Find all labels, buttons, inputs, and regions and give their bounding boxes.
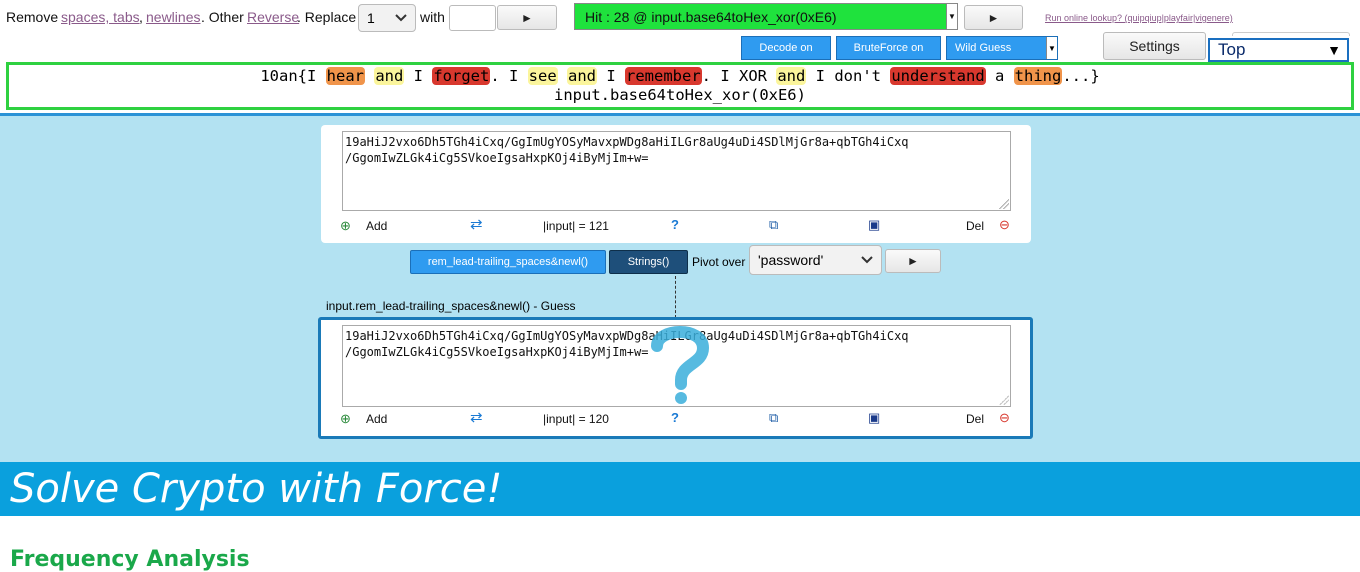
pivot-label: Pivot over <box>692 255 746 269</box>
copy-icon[interactable]: ⧉ <box>769 218 778 232</box>
guess-text-line2: /GgomIwZLGk4iCg5SVkoeIgsaHxpKOj4iByMjIm+… <box>345 345 649 359</box>
hit-selected-value: Hit : 28 @ input.base64toHex_xor(0xE6) <box>585 8 837 25</box>
replace-label: . Replace <box>297 9 357 25</box>
highlighted-word: see <box>527 67 558 85</box>
highlighted-word: remember <box>625 67 702 85</box>
connector-line <box>675 276 676 318</box>
highlighted-word: and <box>374 67 405 85</box>
work-area: 19aHiJ2vxo6Dh5TGh4iCxq/GgImUgYOSyMavxpWD… <box>0 113 1360 462</box>
output-text-segment: ...} <box>1062 67 1100 85</box>
replace-with-input[interactable] <box>449 5 496 31</box>
comma-text: , <box>139 9 143 25</box>
bruteforce-on-label: BruteForce on <box>853 42 924 54</box>
pivot-select[interactable]: 'password' <box>749 245 882 275</box>
add-circle-icon[interactable]: ⊕ <box>340 412 351 426</box>
output-text-segment: I <box>404 67 433 85</box>
chevron-down-icon: ▼ <box>1046 37 1057 59</box>
highlighted-word: thing <box>1013 67 1063 85</box>
with-label: with <box>420 9 445 25</box>
highlighted-word: forget <box>432 67 491 85</box>
reverse-link[interactable]: Reverse <box>247 9 299 25</box>
play-icon: ► <box>987 10 1000 25</box>
strip-spaces-button[interactable]: rem_lead-trailing_spaces&newl() <box>410 250 606 274</box>
output-text-segment <box>558 67 567 85</box>
save-icon[interactable]: ▣ <box>868 411 880 425</box>
pivot-play-button[interactable]: ► <box>885 249 941 273</box>
output-text-segment: . I <box>490 67 528 85</box>
remove-circle-icon[interactable]: ⊖ <box>999 411 1010 425</box>
chevron-down-icon: ▼ <box>1327 42 1341 58</box>
decode-on-label: Decode on <box>759 42 813 54</box>
decoded-output: 10an{I hear and I forget. I see and I re… <box>6 62 1354 110</box>
input-length: |input| = 120 <box>543 412 609 426</box>
strings-button[interactable]: Strings() <box>609 250 688 274</box>
spaces-tabs-link[interactable]: spaces, tabs <box>61 9 140 25</box>
guess-card: 19aHiJ2vxo6Dh5TGh4iCxq/GgImUgYOSyMavxpWD… <box>318 317 1033 439</box>
wild-guess-label: Wild Guess <box>955 42 1012 54</box>
chevron-down-icon: ▼ <box>946 4 957 29</box>
chevron-down-icon <box>861 256 873 264</box>
output-text-segment: . I XOR <box>701 67 777 85</box>
pivot-value: 'password' <box>758 252 824 268</box>
hit-select[interactable]: Hit : 28 @ input.base64toHex_xor(0xE6) ▼ <box>574 3 958 30</box>
hit-play-button[interactable]: ► <box>964 5 1023 30</box>
strings-label: Strings() <box>627 256 670 268</box>
resize-handle[interactable] <box>999 199 1009 209</box>
decode-on-button[interactable]: Decode on <box>741 36 831 60</box>
input-textarea[interactable]: 19aHiJ2vxo6Dh5TGh4iCxq/GgImUgYOSyMavxpWD… <box>342 131 1011 211</box>
settings-label: Settings <box>1129 38 1180 54</box>
replace-play-button[interactable]: ► <box>497 5 557 30</box>
top-select[interactable]: Top ▼ <box>1208 38 1349 62</box>
hidden-control-edge <box>1232 32 1350 36</box>
top-toolbar: Remove spaces, tabs , newlines . Other R… <box>0 0 1360 62</box>
remove-circle-icon[interactable]: ⊖ <box>999 218 1010 232</box>
settings-button[interactable]: Settings <box>1103 32 1206 60</box>
refresh-icon[interactable]: ⇄ <box>470 217 483 232</box>
replace-count-select[interactable]: 1 <box>358 4 416 32</box>
input-card: 19aHiJ2vxo6Dh5TGh4iCxq/GgImUgYOSyMavxpWD… <box>321 125 1031 243</box>
highlighted-word: understand <box>890 67 986 85</box>
bruteforce-on-button[interactable]: BruteForce on <box>836 36 941 60</box>
replace-count-value: 1 <box>367 10 375 26</box>
card2-title: input.rem_lead-trailing_spaces&newl() - … <box>326 299 576 313</box>
input-text-line2: /GgomIwZLGk4iCg5SVkoeIgsaHxpKOj4iByMjIm+… <box>345 151 649 165</box>
other-label: . Other <box>201 9 244 25</box>
refresh-icon[interactable]: ⇄ <box>470 410 483 425</box>
wild-guess-select[interactable]: Wild Guess ▼ <box>946 36 1058 60</box>
input-text-line1: 19aHiJ2vxo6Dh5TGh4iCxq/GgImUgYOSyMavxpWD… <box>345 135 909 149</box>
output-text-segment <box>365 67 374 85</box>
highlighted-word: and <box>567 67 598 85</box>
output-text-segment: a <box>985 67 1014 85</box>
remove-label: Remove <box>6 9 59 25</box>
newlines-link[interactable]: newlines <box>146 9 200 25</box>
help-icon[interactable]: ? <box>671 411 679 425</box>
del-label[interactable]: Del <box>966 219 984 233</box>
help-icon[interactable]: ? <box>671 218 679 232</box>
strip-spaces-label: rem_lead-trailing_spaces&newl() <box>427 256 589 268</box>
output-text-segment: I don't <box>806 67 891 85</box>
input-length: |input| = 121 <box>543 219 609 233</box>
add-label[interactable]: Add <box>366 219 387 233</box>
decoded-output-line2: input.base64toHex_xor(0xE6) <box>554 86 806 104</box>
del-label[interactable]: Del <box>966 412 984 426</box>
top-select-value: Top <box>1218 40 1246 59</box>
save-icon[interactable]: ▣ <box>868 218 880 232</box>
highlighted-word: and <box>776 67 807 85</box>
output-text-segment: 10an{I <box>260 67 326 85</box>
play-icon: ► <box>521 10 533 25</box>
add-circle-icon[interactable]: ⊕ <box>340 219 351 233</box>
question-mark-watermark-icon <box>651 326 710 404</box>
add-label[interactable]: Add <box>366 412 387 426</box>
output-text-segment: I <box>597 67 626 85</box>
play-icon: ► <box>907 254 919 268</box>
banner-title: Solve Crypto with Force! <box>0 462 1360 516</box>
resize-handle[interactable] <box>999 395 1009 405</box>
highlighted-word: hear <box>325 67 365 85</box>
guess-text-line1: 19aHiJ2vxo6Dh5TGh4iCxq/GgImUgYOSyMavxpWD… <box>345 329 909 343</box>
chevron-down-icon <box>395 14 407 22</box>
decoded-output-line1: 10an{I hear and I forget. I see and I re… <box>9 67 1351 86</box>
copy-icon[interactable]: ⧉ <box>769 411 778 425</box>
frequency-heading: Frequency Analysis <box>10 547 250 572</box>
online-lookup-link[interactable]: Run online lookup? (quipqiup|playfair|vi… <box>1045 13 1233 23</box>
